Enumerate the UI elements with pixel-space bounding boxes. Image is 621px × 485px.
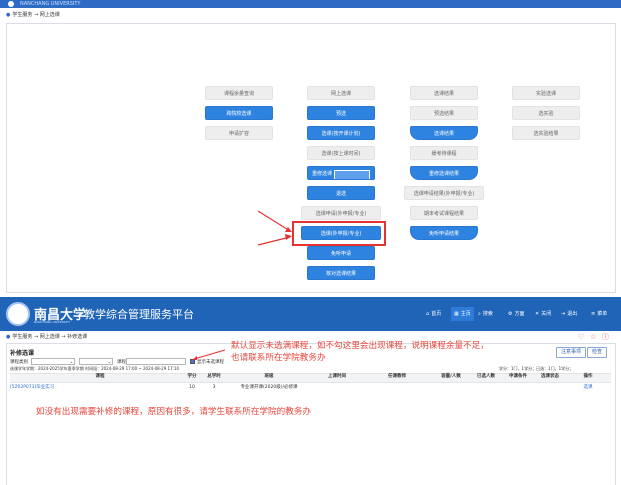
retake-label: 重修选课 <box>312 171 333 177</box>
university-logo-icon <box>8 1 14 7</box>
period-text: 选课学年学期：2024-2025学年夏季学期 时间段：2024-08-29 17… <box>10 366 180 371</box>
btn-final-exam-result[interactable]: 期末考试课程结果 <box>410 206 478 220</box>
row-credit: 10 <box>189 385 195 390</box>
nav-search-label: 搜索 <box>482 311 493 317</box>
btn-selection-result[interactable]: 选课结果 <box>410 86 478 100</box>
favorite-icon[interactable]: ♡ <box>578 333 584 342</box>
panel-title: 补修选课 <box>10 350 35 357</box>
nav-logout[interactable]: ⇥ 退出 <box>561 309 577 319</box>
makeup-course-panel: 补修选课 注意事项 检查 课程类别 ⌄ ⌄ 课程 显示未选课程 选课学年学期：2… <box>6 341 616 485</box>
breadcrumb-text-2: 学生服务 → 网上选课 → 补修选课 <box>12 334 88 340</box>
row-select-action[interactable]: 选课 <box>573 384 603 392</box>
row-class: 专业课开课(2020级)/必修课 <box>240 385 298 390</box>
btn-preselect[interactable]: 预选 <box>307 106 375 120</box>
btn-lab-result[interactable]: 选实验结果 <box>512 126 580 140</box>
btn-retake-selection[interactable]: 重修选课 <box>307 166 375 180</box>
nav-home-label: 首页 <box>431 311 442 317</box>
brand-text: NANCHANG UNIVERSITY <box>20 1 81 7</box>
menu-icon: ≡ <box>591 311 596 317</box>
course-type-label: 课程类别 <box>10 360 28 365</box>
star-icon[interactable]: ☆ <box>590 333 596 342</box>
btn-preselect-result[interactable]: 预选结果 <box>410 106 478 120</box>
btn-select-by-time[interactable]: 选课(按上课时间) <box>307 146 375 160</box>
th-action: 操作 <box>583 374 593 379</box>
platform-title: 教学综合管理服务平台 <box>84 308 194 321</box>
btn-cross-school-course[interactable]: 跨院校选课 <box>205 106 273 120</box>
annotation-note-1-line-1: 默认显示未选满课程，如不勾这里会出现课程，说明课程余量不足， <box>231 341 489 351</box>
nav-settings-label: 方面 <box>514 311 525 317</box>
btn-online-selection[interactable]: 网上选课 <box>307 86 375 100</box>
btn-apply-result-outside-major[interactable]: 选课申请结果(外申报/专业) <box>404 186 484 200</box>
course-type-select[interactable]: ⌄ <box>31 358 75 365</box>
notice-button[interactable]: 注意事项 <box>556 347 587 358</box>
annotation-note-2: 如没有出现需要补修的课程，原因有很多，请学生联系所在学院的教务办 <box>36 407 312 417</box>
course-input[interactable] <box>126 358 186 365</box>
search-icon: ⌕ <box>478 311 481 317</box>
breadcrumb-text: 学生服务 → 网上选课 <box>12 12 60 18</box>
help-icon[interactable]: ⓘ <box>602 333 609 342</box>
th-hours: 总学时 <box>207 374 221 379</box>
university-emblem-icon <box>6 302 30 326</box>
nav-home[interactable]: ⌂ 首页 <box>426 309 441 319</box>
btn-apply-expand[interactable]: 申请扩容 <box>205 126 273 140</box>
th-selected: 已选人数 <box>477 374 495 379</box>
highlight-box <box>292 221 386 246</box>
btn-lab-selection[interactable]: 实验选课 <box>512 86 580 100</box>
breadcrumb-bottom: ● 学生服务 → 网上选课 → 补修选课 <box>6 333 87 342</box>
red-pointer-line <box>192 349 226 360</box>
btn-course-remaining-query[interactable]: 课程余量查询 <box>205 86 273 100</box>
row-course-link[interactable]: [5202P073]毕业实习 <box>10 384 80 392</box>
course-selection-menu-panel: 课程余量查询 跨院校选课 申请扩容 网上选课 预选 选课(按开课计划) 选课(按… <box>6 23 616 293</box>
btn-deferred-course[interactable]: 缓考待课程 <box>410 146 478 160</box>
btn-select-lab[interactable]: 选实验 <box>512 106 580 120</box>
btn-check-results[interactable]: 核对选课结果 <box>307 266 375 280</box>
nav-main[interactable]: ▦ 主页 <box>451 307 474 321</box>
th-teacher: 任课教师 <box>388 374 406 379</box>
nav-main-label: 主页 <box>460 311 471 317</box>
th-status: 选课状态 <box>541 374 559 379</box>
credit-summary: 学分：1门，1学分；已选：1门，1学分； <box>499 366 574 371</box>
th-time: 上课时间 <box>328 374 346 379</box>
th-condition: 申请条件 <box>509 374 527 379</box>
red-arrow-icons <box>257 210 292 246</box>
nav-close[interactable]: ✕ 关闭 <box>535 309 551 319</box>
chevron-down-icon: ⌄ <box>107 359 111 364</box>
btn-exempt-result[interactable]: 免听申请结果 <box>410 226 478 240</box>
th-capacity: 容量/人数 <box>441 374 461 379</box>
top-header-bar: NANCHANG UNIVERSITY <box>0 0 621 8</box>
btn-exempt-apply[interactable]: 免听申请 <box>307 246 375 260</box>
th-credit: 学分 <box>187 374 197 379</box>
annotation-note-1-line-2: 也请联系所在学院教务办 <box>231 353 326 363</box>
btn-retake-result[interactable]: 重修选课结果 <box>410 166 478 180</box>
course-type-select-2[interactable]: ⌄ <box>79 358 113 365</box>
settings-icon: ⚙ <box>508 311 513 317</box>
location-pin-icon-2: ● <box>6 334 11 340</box>
close-icon: ✕ <box>535 311 540 317</box>
location-pin-icon: ● <box>6 12 11 18</box>
btn-apply-outside-major[interactable]: 选课申请(外申报/专业) <box>301 206 381 220</box>
platform-header: 南昌大学 NANCHANG UNIVERSITY 教学综合管理服务平台 ⌂ 首页 … <box>0 297 621 331</box>
nav-search[interactable]: ⌕ 搜索 <box>478 309 493 319</box>
course-label: 课程 <box>117 360 126 365</box>
breadcrumb-top: ● 学生服务 → 网上选课 <box>6 10 60 20</box>
btn-selection-result-2[interactable]: 选课结果 <box>410 126 478 140</box>
nav-logout-label: 退出 <box>567 311 578 317</box>
nav-close-label: 关闭 <box>541 311 552 317</box>
university-subtitle: NANCHANG UNIVERSITY <box>34 320 71 324</box>
btn-drop[interactable]: 退选 <box>307 186 375 200</box>
row-hours: 3 <box>212 385 216 390</box>
btn-select-by-plan[interactable]: 选课(按开课计划) <box>307 126 375 140</box>
redacted-block <box>334 170 370 179</box>
nav-settings[interactable]: ⚙ 方面 <box>508 309 525 319</box>
grid-icon: ▦ <box>454 311 459 317</box>
nav-menu[interactable]: ≡ 菜单 <box>591 309 607 319</box>
logout-icon: ⇥ <box>561 311 566 317</box>
nav-menu-label: 菜单 <box>597 311 608 317</box>
th-class: 班级 <box>264 374 274 379</box>
check-button[interactable]: 检查 <box>587 347 608 358</box>
chevron-down-icon: ⌄ <box>69 359 73 364</box>
th-course: 课程 <box>95 374 105 379</box>
home-icon: ⌂ <box>426 311 430 317</box>
